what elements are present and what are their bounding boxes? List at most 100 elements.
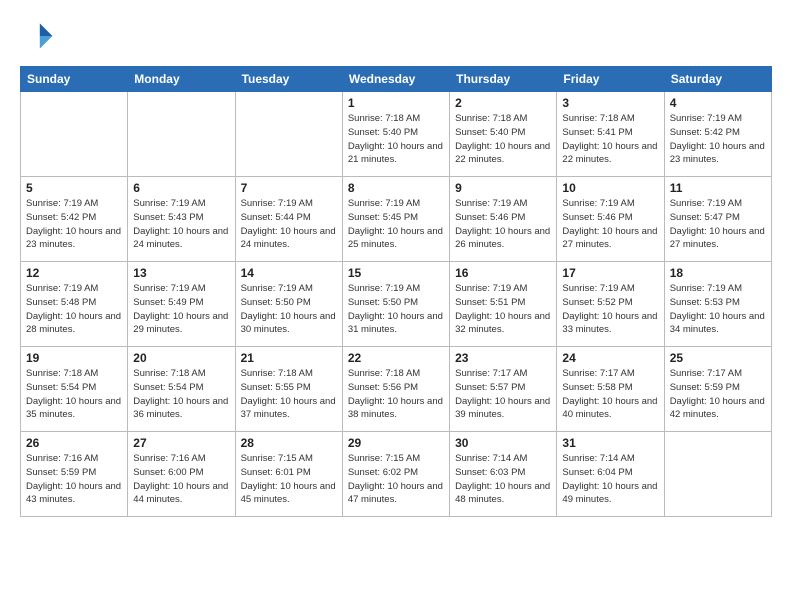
day-info: Sunrise: 7:17 AM Sunset: 5:58 PM Dayligh…	[562, 367, 658, 422]
calendar-cell: 4 Sunrise: 7:19 AM Sunset: 5:42 PM Daylig…	[664, 92, 771, 177]
day-info: Sunrise: 7:19 AM Sunset: 5:42 PM Dayligh…	[26, 197, 122, 252]
day-number: 4	[670, 96, 766, 110]
logo	[20, 18, 60, 54]
header	[20, 18, 772, 54]
week-row-5: 26 Sunrise: 7:16 AM Sunset: 5:59 PM Dayli…	[21, 432, 772, 517]
day-info: Sunrise: 7:19 AM Sunset: 5:43 PM Dayligh…	[133, 197, 229, 252]
day-info: Sunrise: 7:18 AM Sunset: 5:54 PM Dayligh…	[133, 367, 229, 422]
day-number: 25	[670, 351, 766, 365]
day-info: Sunrise: 7:19 AM Sunset: 5:52 PM Dayligh…	[562, 282, 658, 337]
week-row-2: 5 Sunrise: 7:19 AM Sunset: 5:42 PM Daylig…	[21, 177, 772, 262]
calendar-cell: 12 Sunrise: 7:19 AM Sunset: 5:48 PM Dayli…	[21, 262, 128, 347]
day-info: Sunrise: 7:17 AM Sunset: 5:57 PM Dayligh…	[455, 367, 551, 422]
calendar-cell: 24 Sunrise: 7:17 AM Sunset: 5:58 PM Dayli…	[557, 347, 664, 432]
day-info: Sunrise: 7:19 AM Sunset: 5:44 PM Dayligh…	[241, 197, 337, 252]
weekday-header-thursday: Thursday	[450, 67, 557, 92]
day-number: 19	[26, 351, 122, 365]
calendar-cell	[128, 92, 235, 177]
calendar-cell: 29Sunrise: 7:15 AM Sunset: 6:02 PM Dayli…	[342, 432, 449, 517]
day-info: Sunrise: 7:19 AM Sunset: 5:46 PM Dayligh…	[562, 197, 658, 252]
day-number: 23	[455, 351, 551, 365]
weekday-header-friday: Friday	[557, 67, 664, 92]
calendar-cell	[664, 432, 771, 517]
calendar-cell: 8Sunrise: 7:19 AM Sunset: 5:45 PM Daylig…	[342, 177, 449, 262]
day-number: 28	[241, 436, 337, 450]
day-info: Sunrise: 7:19 AM Sunset: 5:53 PM Dayligh…	[670, 282, 766, 337]
calendar-cell: 22 Sunrise: 7:18 AM Sunset: 5:56 PM Dayli…	[342, 347, 449, 432]
day-info: Sunrise: 7:18 AM Sunset: 5:41 PM Dayligh…	[562, 112, 658, 167]
day-number: 15	[348, 266, 444, 280]
weekday-header-wednesday: Wednesday	[342, 67, 449, 92]
calendar-cell: 14Sunrise: 7:19 AM Sunset: 5:50 PM Dayli…	[235, 262, 342, 347]
day-number: 2	[455, 96, 551, 110]
weekday-header-monday: Monday	[128, 67, 235, 92]
day-info: Sunrise: 7:16 AM Sunset: 6:00 PM Dayligh…	[133, 452, 229, 507]
day-number: 22	[348, 351, 444, 365]
day-info: Sunrise: 7:19 AM Sunset: 5:48 PM Dayligh…	[26, 282, 122, 337]
day-info: Sunrise: 7:19 AM Sunset: 5:51 PM Dayligh…	[455, 282, 551, 337]
calendar-table: SundayMondayTuesdayWednesdayThursdayFrid…	[20, 66, 772, 517]
day-number: 1	[348, 96, 444, 110]
calendar-cell: 23 Sunrise: 7:17 AM Sunset: 5:57 PM Dayli…	[450, 347, 557, 432]
day-number: 12	[26, 266, 122, 280]
day-info: Sunrise: 7:19 AM Sunset: 5:45 PM Dayligh…	[348, 197, 444, 252]
calendar-cell: 11Sunrise: 7:19 AM Sunset: 5:47 PM Dayli…	[664, 177, 771, 262]
day-number: 10	[562, 181, 658, 195]
day-info: Sunrise: 7:18 AM Sunset: 5:55 PM Dayligh…	[241, 367, 337, 422]
day-number: 31	[562, 436, 658, 450]
day-number: 3	[562, 96, 658, 110]
calendar-cell: 27Sunrise: 7:16 AM Sunset: 6:00 PM Dayli…	[128, 432, 235, 517]
day-number: 20	[133, 351, 229, 365]
week-row-1: 1 Sunrise: 7:18 AM Sunset: 5:40 PM Daylig…	[21, 92, 772, 177]
calendar-cell: 10 Sunrise: 7:19 AM Sunset: 5:46 PM Dayli…	[557, 177, 664, 262]
day-info: Sunrise: 7:19 AM Sunset: 5:50 PM Dayligh…	[241, 282, 337, 337]
day-info: Sunrise: 7:18 AM Sunset: 5:54 PM Dayligh…	[26, 367, 122, 422]
calendar-cell: 16Sunrise: 7:19 AM Sunset: 5:51 PM Dayli…	[450, 262, 557, 347]
day-info: Sunrise: 7:14 AM Sunset: 6:03 PM Dayligh…	[455, 452, 551, 507]
day-number: 30	[455, 436, 551, 450]
day-info: Sunrise: 7:19 AM Sunset: 5:42 PM Dayligh…	[670, 112, 766, 167]
day-info: Sunrise: 7:15 AM Sunset: 6:01 PM Dayligh…	[241, 452, 337, 507]
calendar-cell: 30 Sunrise: 7:14 AM Sunset: 6:03 PM Dayli…	[450, 432, 557, 517]
day-info: Sunrise: 7:18 AM Sunset: 5:40 PM Dayligh…	[455, 112, 551, 167]
calendar-cell: 28 Sunrise: 7:15 AM Sunset: 6:01 PM Dayli…	[235, 432, 342, 517]
calendar-cell: 18 Sunrise: 7:19 AM Sunset: 5:53 PM Dayli…	[664, 262, 771, 347]
day-number: 7	[241, 181, 337, 195]
calendar-cell	[21, 92, 128, 177]
logo-icon	[20, 18, 56, 54]
weekday-header-saturday: Saturday	[664, 67, 771, 92]
calendar-cell: 19 Sunrise: 7:18 AM Sunset: 5:54 PM Dayli…	[21, 347, 128, 432]
day-number: 5	[26, 181, 122, 195]
calendar-cell: 7 Sunrise: 7:19 AM Sunset: 5:44 PM Daylig…	[235, 177, 342, 262]
calendar-cell: 5 Sunrise: 7:19 AM Sunset: 5:42 PM Daylig…	[21, 177, 128, 262]
calendar-cell: 6 Sunrise: 7:19 AM Sunset: 5:43 PM Daylig…	[128, 177, 235, 262]
day-number: 11	[670, 181, 766, 195]
calendar-cell: 3 Sunrise: 7:18 AM Sunset: 5:41 PM Daylig…	[557, 92, 664, 177]
day-number: 9	[455, 181, 551, 195]
calendar-cell: 25 Sunrise: 7:17 AM Sunset: 5:59 PM Dayli…	[664, 347, 771, 432]
week-row-3: 12 Sunrise: 7:19 AM Sunset: 5:48 PM Dayli…	[21, 262, 772, 347]
calendar-cell: 20 Sunrise: 7:18 AM Sunset: 5:54 PM Dayli…	[128, 347, 235, 432]
calendar-cell: 17 Sunrise: 7:19 AM Sunset: 5:52 PM Dayli…	[557, 262, 664, 347]
calendar-cell: 21 Sunrise: 7:18 AM Sunset: 5:55 PM Dayli…	[235, 347, 342, 432]
calendar-cell: 26 Sunrise: 7:16 AM Sunset: 5:59 PM Dayli…	[21, 432, 128, 517]
weekday-header-row: SundayMondayTuesdayWednesdayThursdayFrid…	[21, 67, 772, 92]
day-number: 6	[133, 181, 229, 195]
calendar-cell	[235, 92, 342, 177]
day-number: 26	[26, 436, 122, 450]
calendar-cell: 13Sunrise: 7:19 AM Sunset: 5:49 PM Dayli…	[128, 262, 235, 347]
day-number: 21	[241, 351, 337, 365]
day-info: Sunrise: 7:19 AM Sunset: 5:49 PM Dayligh…	[133, 282, 229, 337]
day-info: Sunrise: 7:18 AM Sunset: 5:56 PM Dayligh…	[348, 367, 444, 422]
weekday-header-tuesday: Tuesday	[235, 67, 342, 92]
calendar-cell: 2 Sunrise: 7:18 AM Sunset: 5:40 PM Daylig…	[450, 92, 557, 177]
day-number: 17	[562, 266, 658, 280]
weekday-header-sunday: Sunday	[21, 67, 128, 92]
day-number: 24	[562, 351, 658, 365]
day-info: Sunrise: 7:17 AM Sunset: 5:59 PM Dayligh…	[670, 367, 766, 422]
day-info: Sunrise: 7:19 AM Sunset: 5:50 PM Dayligh…	[348, 282, 444, 337]
calendar-cell: 15 Sunrise: 7:19 AM Sunset: 5:50 PM Dayli…	[342, 262, 449, 347]
day-info: Sunrise: 7:19 AM Sunset: 5:46 PM Dayligh…	[455, 197, 551, 252]
day-info: Sunrise: 7:16 AM Sunset: 5:59 PM Dayligh…	[26, 452, 122, 507]
day-number: 18	[670, 266, 766, 280]
